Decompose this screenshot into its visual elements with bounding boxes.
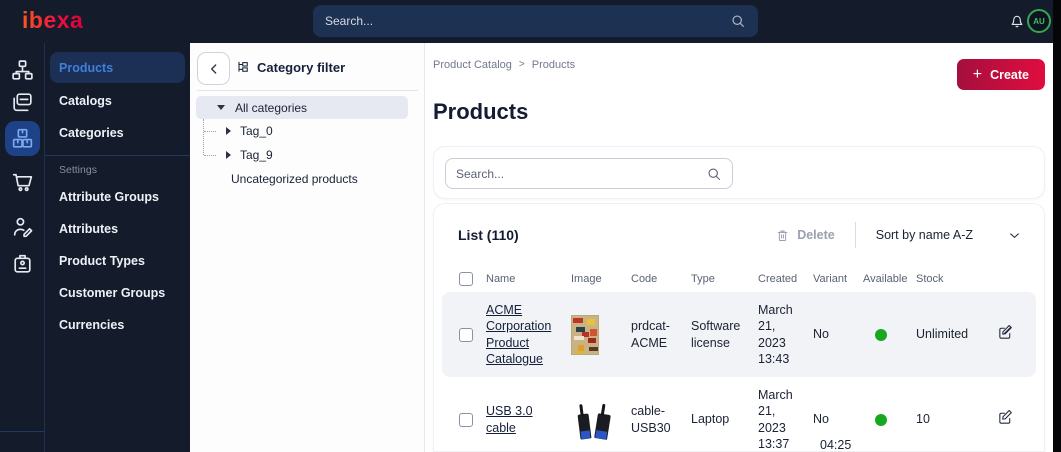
sidebar-item-currencies[interactable]: Currencies <box>59 318 124 332</box>
user-avatar[interactable]: AU <box>1027 9 1051 33</box>
sidebar-item-attribute-groups[interactable]: Attribute Groups <box>59 190 159 204</box>
rail-divider <box>0 431 45 432</box>
tree-connector-line <box>203 119 204 155</box>
edit-icon[interactable] <box>997 324 1014 341</box>
row-checkbox[interactable] <box>459 412 473 427</box>
product-name-link[interactable]: ACME Corporation Product Catalogue <box>486 303 551 366</box>
sitemap-icon[interactable] <box>10 58 35 83</box>
icon-rail <box>0 43 45 452</box>
breadcrumb-separator: > <box>518 59 525 70</box>
product-code: prdcat-ACME <box>631 319 670 350</box>
list-count-title: List (110) <box>458 227 519 243</box>
products-boxes-icon[interactable] <box>10 126 35 151</box>
header-divider <box>854 222 856 248</box>
table-header-row: Name Image Code Type Created Variant Ava… <box>434 266 1044 292</box>
search-icon <box>730 13 746 29</box>
column-header-stock: Stock <box>916 273 944 285</box>
clipped-next-row-text: 04:25 <box>820 438 852 452</box>
column-header-name: Name <box>486 273 516 285</box>
sidebar-item-customer-groups[interactable]: Customer Groups <box>59 286 165 300</box>
tree-connector-stub <box>204 155 216 156</box>
product-stock: Unlimited <box>916 327 969 342</box>
list-search-card <box>433 146 1045 199</box>
list-header: List (110) Delete Sort by name A-Z <box>434 204 1044 266</box>
ibexa-logo: ibexa <box>22 7 84 33</box>
trash-icon <box>775 228 790 243</box>
category-filter-title: Category filter <box>236 60 345 75</box>
category-filter-panel: Category filter All categories Tag_0 Tag… <box>190 43 425 452</box>
customers-icon[interactable] <box>10 214 35 239</box>
category-tree-icon <box>236 60 251 75</box>
main-content: Product Catalog > Products + Create Prod… <box>425 43 1053 452</box>
sidebar-item-attributes[interactable]: Attributes <box>59 222 118 236</box>
tree-item-tag-9[interactable]: Tag_9 <box>226 148 273 162</box>
cart-icon[interactable] <box>10 169 35 194</box>
tree-item-all-categories[interactable]: All categories <box>196 96 408 119</box>
column-header-code: Code <box>631 273 658 285</box>
product-variant: No <box>813 412 829 427</box>
tree-connector-stub <box>204 131 216 132</box>
table-row: USB 3.0 cable cable-USB30 Laptop March 2… <box>442 377 1036 451</box>
breadcrumb-products[interactable]: Products <box>532 59 575 71</box>
search-icon <box>706 166 722 182</box>
column-header-available: Available <box>863 273 908 285</box>
content-pages-icon[interactable] <box>10 90 35 115</box>
sidebar-item-categories[interactable]: Categories <box>59 126 124 140</box>
notifications-bell-icon[interactable] <box>1008 12 1026 30</box>
page-title: Products <box>433 99 529 124</box>
collapse-panel-button[interactable] <box>197 52 230 85</box>
sidebar-settings-label: Settings <box>59 164 97 176</box>
sidebar-divider <box>45 155 190 156</box>
product-stock: 10 <box>916 412 930 427</box>
topbar: ibexa AU <box>0 0 1061 43</box>
sidebar-item-product-types[interactable]: Product Types <box>59 254 145 268</box>
sort-dropdown[interactable]: Sort by name A-Z <box>876 228 1022 243</box>
list-search-field[interactable] <box>445 158 733 189</box>
expander-right-icon[interactable] <box>226 127 231 135</box>
column-header-image: Image <box>571 273 602 285</box>
sidebar-menu: Products Catalogs Categories Settings At… <box>45 43 190 452</box>
product-created: March 21, 2023 13:37 <box>758 388 793 451</box>
table-row: ACME Corporation Product Catalogue prdca… <box>442 292 1036 377</box>
sidebar-item-catalogs[interactable]: Catalogs <box>59 94 112 108</box>
breadcrumb-product-catalog[interactable]: Product Catalog <box>433 59 512 71</box>
column-header-variant: Variant <box>813 273 848 285</box>
product-created: March 21, 2023 13:43 <box>758 303 793 366</box>
available-status-dot <box>875 413 887 426</box>
column-header-type: Type <box>691 273 715 285</box>
product-name-link[interactable]: USB 3.0 cable <box>486 404 533 434</box>
chevron-left-icon <box>206 61 222 77</box>
global-search[interactable] <box>313 5 758 37</box>
expander-down-icon[interactable] <box>217 105 225 110</box>
right-edge-strip <box>1053 0 1061 452</box>
product-type: Laptop <box>691 412 730 427</box>
plus-icon: + <box>972 65 983 83</box>
tree-item-uncategorized-products[interactable]: Uncategorized products <box>231 172 358 186</box>
product-code: cable-USB30 <box>631 404 671 435</box>
product-type: Software license <box>691 319 741 350</box>
global-search-input[interactable] <box>325 14 730 28</box>
product-thumbnail <box>571 396 617 443</box>
delete-button[interactable]: Delete <box>775 228 835 243</box>
breadcrumb: Product Catalog > Products <box>433 59 575 71</box>
product-thumbnail <box>571 314 599 355</box>
badge-icon[interactable] <box>10 251 35 276</box>
row-checkbox[interactable] <box>459 327 473 342</box>
edit-icon[interactable] <box>997 409 1014 426</box>
product-variant: No <box>813 327 829 342</box>
expander-right-icon[interactable] <box>226 151 231 159</box>
chevron-down-icon <box>1007 228 1022 243</box>
tree-item-tag-0[interactable]: Tag_0 <box>226 124 273 138</box>
filter-divider <box>197 90 418 91</box>
list-search-input[interactable] <box>456 166 706 181</box>
column-header-created: Created <box>758 273 798 285</box>
available-status-dot <box>875 328 887 341</box>
product-list-card: List (110) Delete Sort by name A-Z Name … <box>433 203 1045 452</box>
create-button[interactable]: + Create <box>956 59 1045 90</box>
select-all-checkbox[interactable] <box>459 272 473 286</box>
sidebar-item-products[interactable]: Products <box>59 61 113 75</box>
